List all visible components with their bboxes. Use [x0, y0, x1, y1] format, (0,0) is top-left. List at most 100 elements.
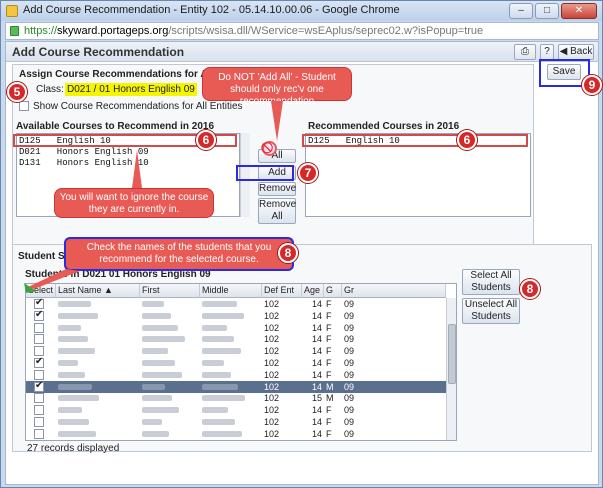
available-heading: Available Courses to Recommend in 2016 [16, 121, 215, 132]
middle-name-cell [200, 392, 262, 404]
gr-cell: 09 [344, 310, 355, 321]
student-select-checkbox[interactable] [34, 357, 44, 368]
last-name-cell [56, 357, 140, 369]
redacted-name [142, 348, 168, 355]
first-name-cell [140, 428, 200, 440]
add-button-highlight [236, 165, 294, 181]
table-row[interactable]: 102 14 F 09 [26, 298, 456, 310]
select-checkbox-cell[interactable] [26, 381, 56, 393]
table-row[interactable]: 102 14 F 09 [26, 416, 456, 428]
show-all-entities-checkbox[interactable] [19, 101, 29, 111]
redacted-name [142, 395, 172, 402]
address-bar[interactable]: https://skyward.portageps.org/scripts/ws… [5, 22, 599, 40]
table-row[interactable]: 102 14 F 09 [26, 345, 456, 357]
col-gender[interactable]: G [324, 284, 342, 298]
student-select-checkbox[interactable] [34, 393, 44, 404]
student-select-checkbox[interactable] [34, 334, 44, 345]
student-select-checkbox[interactable] [34, 381, 44, 392]
minimize-button[interactable]: – [509, 3, 533, 19]
redacted-name [202, 348, 241, 355]
back-button[interactable]: ◀ Back [558, 44, 594, 60]
redacted-name [202, 312, 244, 319]
printer-icon: ⎙ [521, 46, 529, 57]
age-cell: 14 [311, 369, 322, 380]
maximize-button[interactable]: □ [535, 3, 559, 19]
first-name-cell [140, 322, 200, 334]
first-name-cell [140, 369, 200, 381]
table-row[interactable]: 102 14 F 09 [26, 322, 456, 334]
ent-cell: 102 [264, 369, 280, 380]
student-grid: Select Last Name ▲ First Middle Def Ent … [25, 283, 457, 441]
table-row[interactable]: 102 14 F 09 [26, 333, 456, 345]
available-item[interactable]: D131 Honors English 10 [19, 158, 149, 168]
select-checkbox-cell[interactable] [26, 357, 56, 369]
select-checkbox-cell[interactable] [26, 404, 56, 416]
help-button[interactable]: ? [540, 44, 554, 60]
redacted-name [202, 383, 238, 390]
unselect-all-students-button[interactable]: Unselect All Students [462, 298, 520, 324]
callout-ignore-pointer [132, 150, 142, 188]
last-name-cell [56, 416, 140, 428]
redacted-name [58, 348, 95, 355]
save-button[interactable]: Save [547, 64, 581, 80]
select-checkbox-cell[interactable] [26, 333, 56, 345]
select-checkbox-cell[interactable] [26, 298, 56, 310]
select-checkbox-cell[interactable] [26, 392, 56, 404]
col-middle[interactable]: Middle [200, 284, 262, 298]
student-select-checkbox[interactable] [34, 417, 44, 427]
select-all-students-button[interactable]: Select All Students [462, 269, 520, 295]
select-checkbox-cell[interactable] [26, 345, 56, 357]
table-row[interactable]: 102 14 F 09 [26, 369, 456, 381]
available-item[interactable]: D021 Honors English 09 [19, 147, 149, 157]
select-checkbox-cell[interactable] [26, 322, 56, 334]
middle-name-cell [200, 333, 262, 345]
recommended-item-highlight [302, 134, 528, 147]
student-select-checkbox[interactable] [34, 369, 44, 380]
ent-cell: 102 [264, 405, 280, 416]
remove-button[interactable]: Remove [258, 182, 296, 196]
redacted-name [142, 301, 164, 307]
redacted-name [142, 336, 185, 343]
student-select-checkbox[interactable] [34, 298, 44, 309]
print-button[interactable]: ⎙ [514, 44, 536, 60]
redacted-name [142, 430, 169, 437]
table-row[interactable]: 102 14 F 09 [26, 310, 456, 322]
redacted-name [142, 371, 182, 378]
student-select-checkbox[interactable] [34, 428, 44, 439]
table-row[interactable]: 102 14 F 09 [26, 428, 456, 440]
student-select-checkbox[interactable] [34, 322, 44, 333]
table-row[interactable]: 102 15 M 09 [26, 392, 456, 404]
remove-all-button[interactable]: Remove All [258, 198, 296, 224]
gr-cell: 09 [344, 299, 355, 309]
redacted-name [58, 430, 96, 437]
title-bar: Add Course Recommendation - Entity 102 -… [1, 1, 602, 21]
student-select-checkbox[interactable] [34, 310, 44, 321]
age-cell: 14 [311, 346, 322, 357]
select-checkbox-cell[interactable] [26, 310, 56, 322]
redacted-name [202, 336, 234, 343]
g-cell: M [326, 381, 334, 392]
select-checkbox-cell[interactable] [26, 428, 56, 440]
student-select-checkbox[interactable] [34, 346, 44, 357]
gr-cell: 09 [344, 405, 355, 416]
redacted-name [142, 419, 162, 425]
col-def-ent[interactable]: Def Ent [262, 284, 302, 298]
callout-add-all: Do NOT 'Add All' - Student should only r… [202, 67, 352, 107]
table-row[interactable]: 102 14 F 09 [26, 357, 456, 369]
select-all-label: Select All [470, 270, 512, 281]
select-checkbox-cell[interactable] [26, 369, 56, 381]
student-grid-scrollbar[interactable] [446, 298, 456, 440]
select-checkbox-cell[interactable] [26, 416, 56, 428]
student-select-checkbox[interactable] [34, 405, 44, 416]
first-name-cell [140, 357, 200, 369]
g-cell: M [326, 393, 334, 404]
col-grade[interactable]: Gr [342, 284, 446, 298]
table-row[interactable]: 102 14 F 09 [26, 404, 456, 416]
scroll-thumb[interactable] [448, 324, 456, 384]
close-button[interactable]: ✕ [561, 3, 597, 19]
middle-name-cell [200, 298, 262, 310]
col-first[interactable]: First [140, 284, 200, 298]
table-row[interactable]: 102 14 M 09 [26, 380, 456, 393]
window-title: Add Course Recommendation - Entity 102 -… [23, 4, 400, 16]
col-age[interactable]: Age [302, 284, 324, 298]
